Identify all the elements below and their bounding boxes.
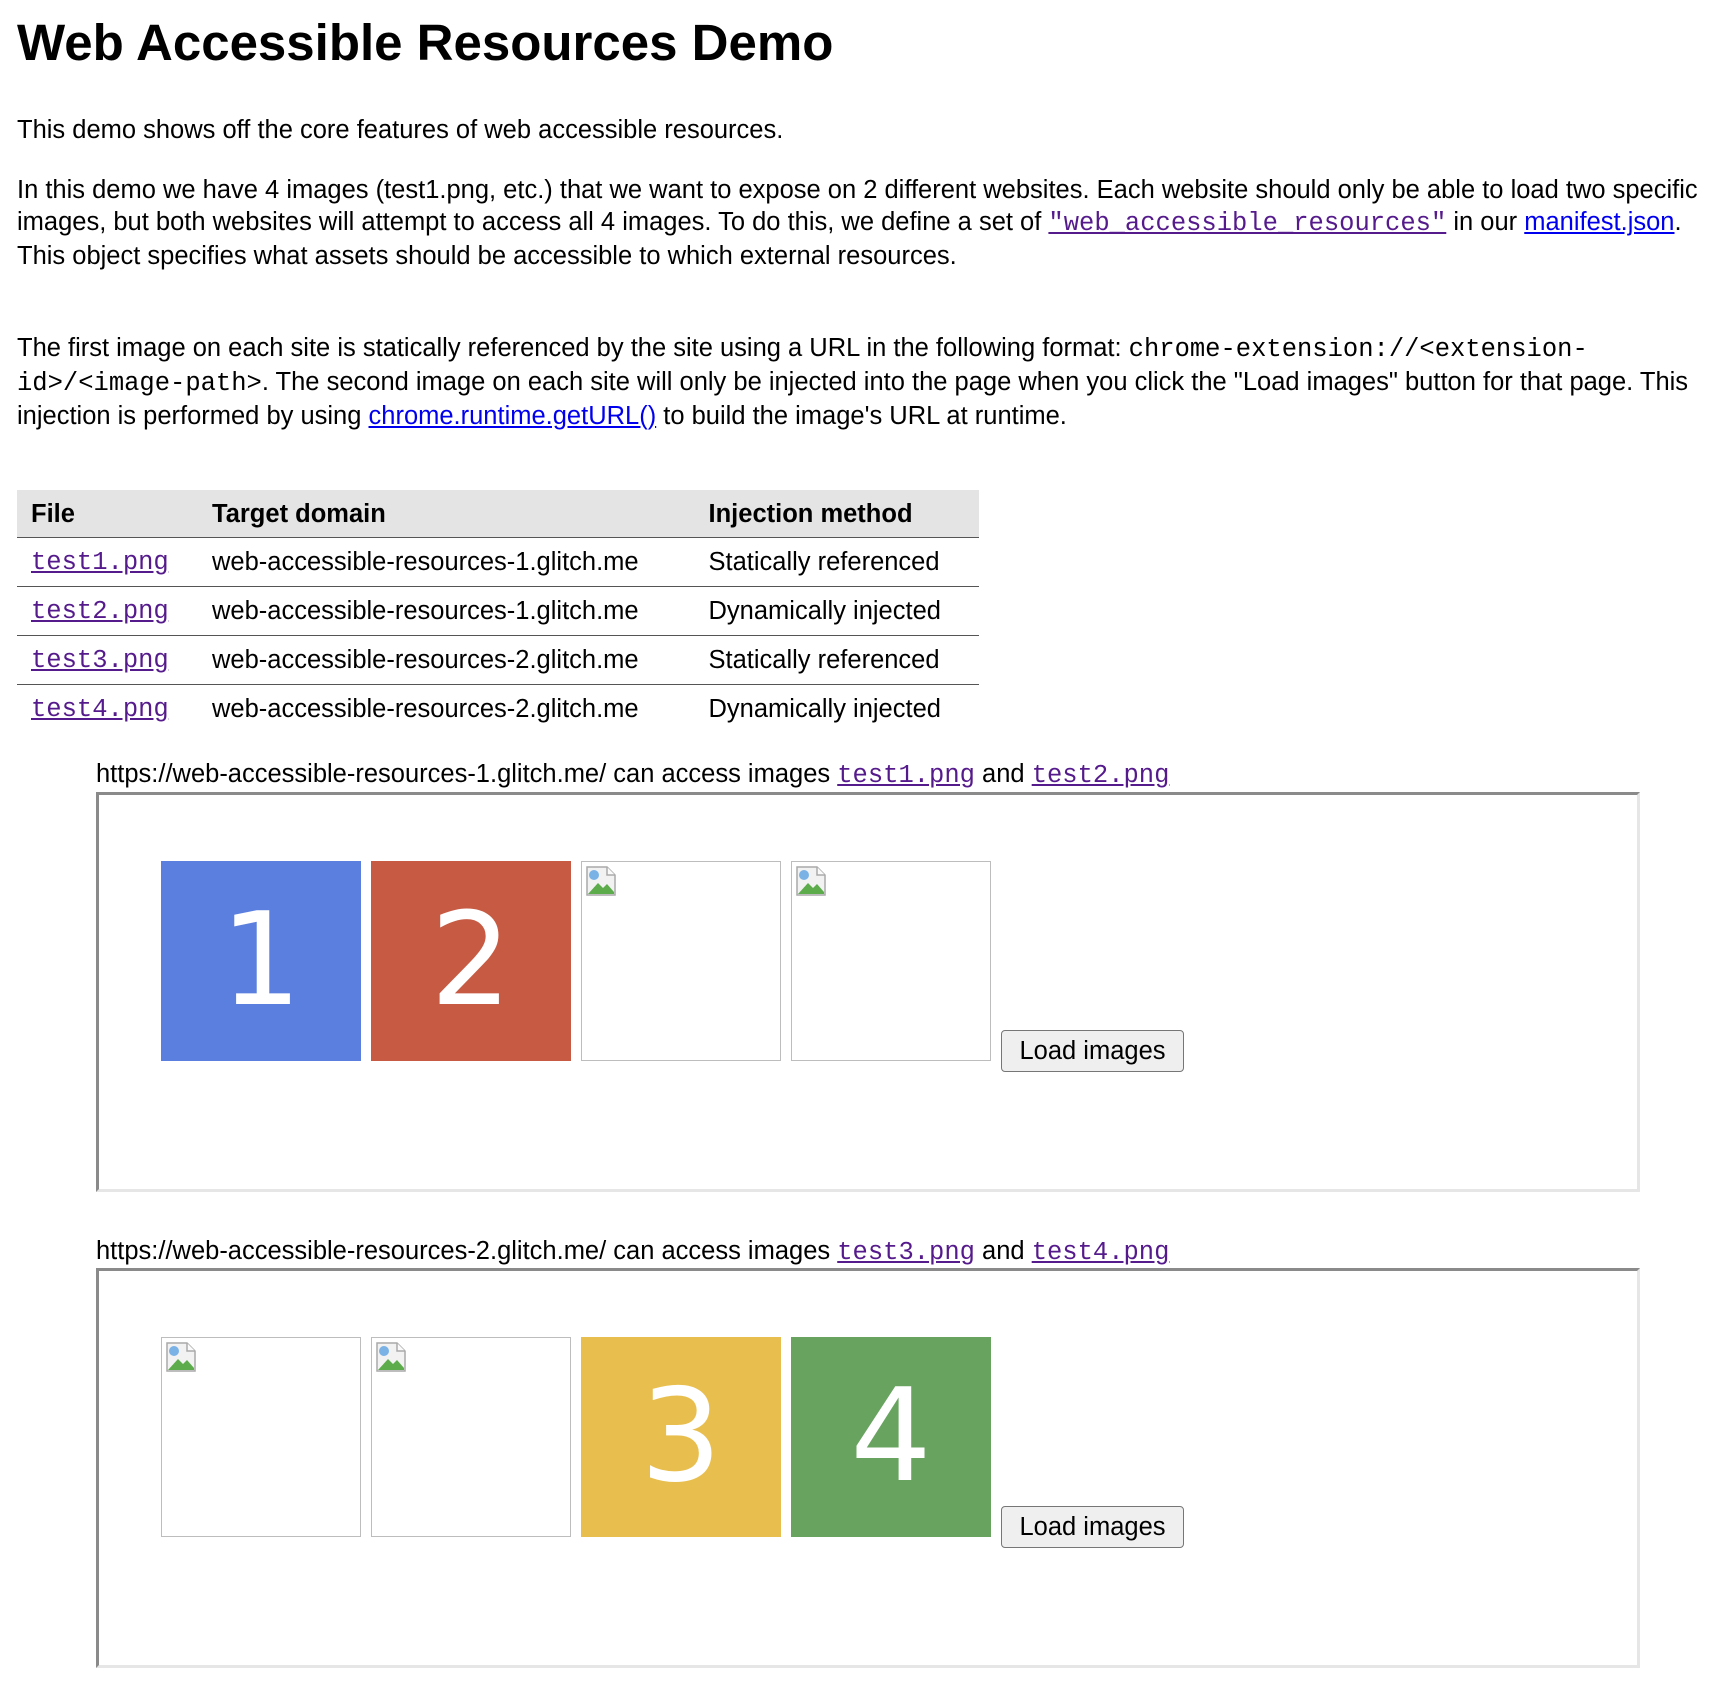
broken-image-icon	[795, 865, 827, 897]
file-link[interactable]: test1.png	[31, 547, 169, 577]
image-name: test4.png	[1031, 1238, 1170, 1267]
page-title: Web Accessible Resources Demo	[17, 14, 834, 71]
file-name: test3.png	[31, 646, 169, 675]
method-cell: Statically referenced	[694, 635, 979, 685]
file-cell: test1.png	[17, 537, 199, 587]
file-name: test1.png	[31, 548, 169, 577]
intro-paragraph: This demo shows off the core features of…	[17, 116, 784, 144]
image-name: test2.png	[1031, 761, 1170, 790]
file-cell: test2.png	[17, 586, 199, 636]
method-cell: Statically referenced	[694, 537, 979, 587]
load-images-button[interactable]: Load images	[1001, 1506, 1184, 1548]
table-row: test3.png web-accessible-resources-2.gli…	[17, 635, 979, 685]
manifest-json-link[interactable]: manifest.json	[1524, 208, 1674, 236]
table-row: test1.png web-accessible-resources-1.gli…	[17, 537, 979, 587]
site-1-iframe[interactable]: 1 2 Load images	[96, 792, 1640, 1192]
domain-cell: web-accessible-resources-2.glitch.me	[212, 695, 639, 723]
file-link[interactable]: test2.png	[31, 596, 169, 626]
image-tile-2: 2	[371, 861, 571, 1061]
image-number: 2	[430, 886, 512, 1035]
column-header-target-domain: Target domain	[198, 490, 695, 538]
image-tile-2	[371, 1337, 571, 1537]
web-accessible-resources-link[interactable]: "web_accessible_resources"	[1048, 208, 1447, 238]
image-number: 3	[640, 1362, 722, 1511]
format-paragraph: The first image on each site is statical…	[17, 332, 1717, 432]
broken-image-icon	[375, 1341, 407, 1373]
para2-text2: in our	[1446, 208, 1525, 236]
domain-cell: web-accessible-resources-2.glitch.me	[198, 635, 695, 685]
and-text: and	[974, 1237, 1032, 1265]
image-name: test1.png	[837, 761, 975, 790]
file-cell: test3.png	[17, 635, 199, 685]
site-2-label: https://web-accessible-resources-2.glitc…	[96, 1235, 1169, 1269]
image-tile-1	[161, 1337, 361, 1537]
description-paragraph: In this demo we have 4 images (test1.png…	[17, 174, 1717, 272]
site-url: https://web-accessible-resources-2.glitc…	[96, 1237, 607, 1265]
image-link[interactable]: test1.png	[837, 760, 975, 790]
and-text: and	[974, 760, 1032, 788]
image-name: test3.png	[837, 1238, 975, 1267]
resources-table: File Target domain Injection method test…	[17, 490, 979, 733]
para3-text1: The first image on each site is statical…	[17, 334, 1129, 362]
para3-text3: to build the image's URL at runtime.	[656, 402, 1067, 430]
image-tile-3	[581, 861, 781, 1061]
web-accessible-resources-code: "web_accessible_resources"	[1048, 209, 1447, 238]
image-link[interactable]: test4.png	[1031, 1237, 1170, 1267]
image-tile-4	[791, 861, 991, 1061]
runtime-geturl-link[interactable]: chrome.runtime.getURL()	[369, 402, 657, 430]
site-url: https://web-accessible-resources-1.glitc…	[96, 760, 607, 788]
table-row: test4.png web-accessible-resources-2.gli…	[17, 685, 979, 734]
load-images-button[interactable]: Load images	[1001, 1030, 1184, 1072]
file-link[interactable]: test3.png	[31, 645, 169, 675]
image-link[interactable]: test2.png	[1031, 760, 1170, 790]
file-name: test2.png	[31, 597, 169, 626]
site-2-iframe[interactable]: 3 4 Load images	[96, 1268, 1640, 1668]
column-header-file: File	[17, 490, 199, 538]
image-tile-4: 4	[791, 1337, 991, 1537]
image-tile-3: 3	[581, 1337, 781, 1537]
column-header-injection-method: Injection method	[694, 490, 979, 538]
domain-cell: web-accessible-resources-1.glitch.me	[198, 586, 695, 636]
method-cell: Dynamically injected	[708, 695, 941, 723]
site-text: can access images	[606, 1237, 838, 1265]
file-name: test4.png	[31, 695, 169, 724]
site-1-label: https://web-accessible-resources-1.glitc…	[96, 758, 1169, 792]
domain-cell: web-accessible-resources-1.glitch.me	[198, 537, 695, 587]
broken-image-icon	[585, 865, 617, 897]
file-link[interactable]: test4.png	[31, 694, 169, 724]
table-row: test2.png web-accessible-resources-1.gli…	[17, 586, 979, 636]
table-header-row: File Target domain Injection method	[17, 490, 979, 538]
file-cell: test4.png	[17, 685, 198, 734]
image-tile-1: 1	[161, 861, 361, 1061]
image-link[interactable]: test3.png	[837, 1237, 975, 1267]
method-cell: Dynamically injected	[694, 586, 979, 636]
broken-image-icon	[165, 1341, 197, 1373]
site-text: can access images	[606, 760, 838, 788]
image-number: 4	[850, 1362, 932, 1511]
image-number: 1	[220, 886, 302, 1035]
